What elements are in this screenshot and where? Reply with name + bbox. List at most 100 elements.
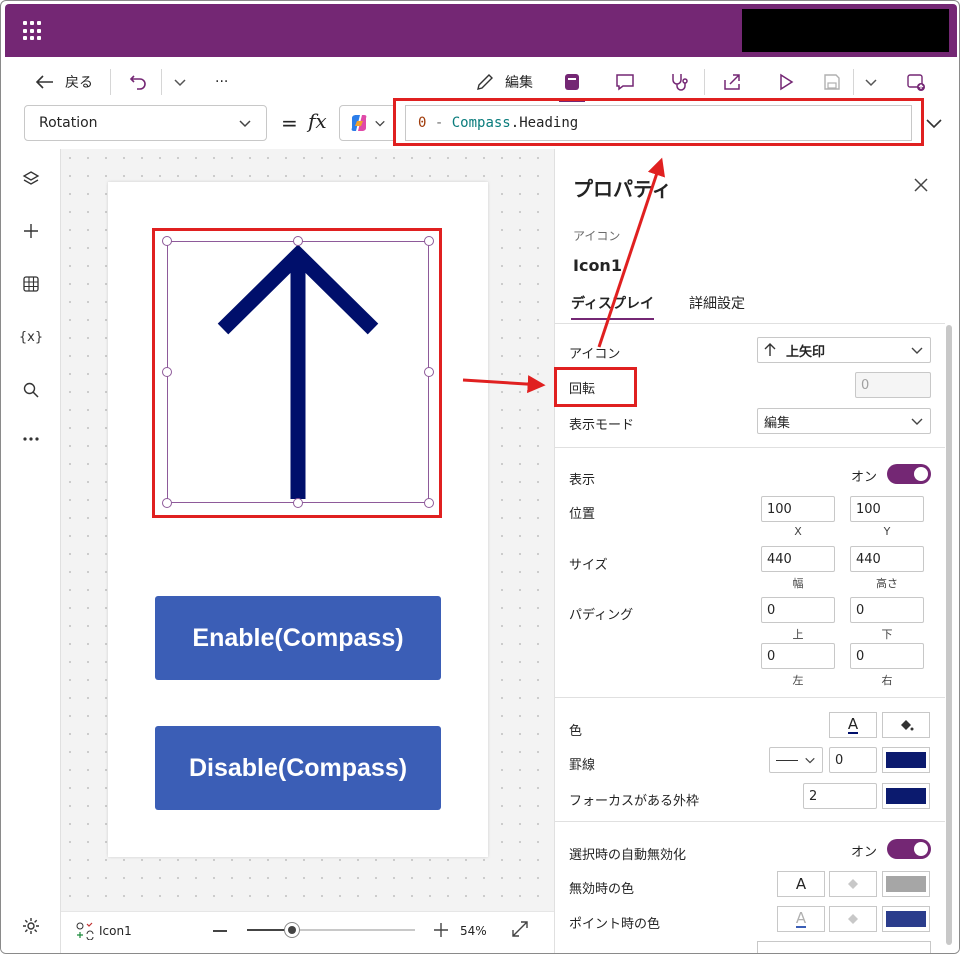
search-icon[interactable] xyxy=(19,378,43,402)
close-icon[interactable] xyxy=(913,177,929,193)
clipped-dropdown[interactable] xyxy=(757,941,931,953)
status-bar: Icon1 54% xyxy=(61,911,554,953)
tab-advanced[interactable]: 詳細設定 xyxy=(689,293,745,313)
visible-toggle[interactable] xyxy=(887,464,931,484)
border-color-fill xyxy=(886,752,926,768)
app-launcher-icon[interactable] xyxy=(23,21,43,41)
paint-bucket-icon xyxy=(848,879,858,889)
enable-compass-button[interactable]: Enable(Compass) xyxy=(155,596,441,680)
chevron-down-icon xyxy=(911,418,923,425)
tab-display[interactable]: ディスプレイ xyxy=(571,293,655,320)
icon-dropdown[interactable]: 上矢印 xyxy=(757,337,931,363)
text-color-picker[interactable]: A xyxy=(829,712,877,738)
height-input[interactable]: 440 xyxy=(850,546,924,572)
copilot-button[interactable] xyxy=(339,105,395,141)
disable-compass-button[interactable]: Disable(Compass) xyxy=(155,726,441,810)
chevron-down-icon xyxy=(911,347,923,354)
border-width-input[interactable]: 0 xyxy=(829,747,877,773)
save-dropdown[interactable] xyxy=(858,69,884,95)
property-name: Rotation xyxy=(39,115,98,131)
zoom-slider-thumb[interactable] xyxy=(284,922,300,938)
monitor-button[interactable] xyxy=(666,69,692,95)
property-selector[interactable]: Rotation xyxy=(24,105,267,141)
hover-color-fill xyxy=(886,911,926,927)
zoom-out-icon[interactable] xyxy=(213,930,227,932)
hover-fill-picker[interactable] xyxy=(829,906,877,932)
undo-icon xyxy=(129,75,146,90)
padding-left-input[interactable]: 0 xyxy=(761,643,835,669)
divider xyxy=(555,821,945,822)
fill-color-picker[interactable] xyxy=(882,712,930,738)
back-button[interactable]: 戻る xyxy=(35,69,93,95)
position-y-caption: Y xyxy=(883,525,891,538)
insert-plus-icon[interactable] xyxy=(19,219,43,243)
share-icon xyxy=(724,74,740,90)
undo-button[interactable] xyxy=(125,69,151,95)
edit-button[interactable]: 編集 xyxy=(475,69,533,95)
divider xyxy=(853,69,854,95)
position-x-input[interactable]: 100 xyxy=(761,496,835,522)
more-options-icon[interactable] xyxy=(19,427,43,451)
border-style-dropdown[interactable] xyxy=(769,747,823,773)
app-checker-button[interactable] xyxy=(559,69,585,95)
app-header xyxy=(5,4,957,57)
padding-top-input[interactable]: 0 xyxy=(761,597,835,623)
hover-text-color-picker[interactable]: A xyxy=(777,906,825,932)
auto-disable-toggle[interactable] xyxy=(887,839,931,859)
disabled-text-color-picker[interactable]: A xyxy=(777,871,825,897)
size-label: サイズ xyxy=(569,558,608,573)
publish-button[interactable] xyxy=(903,69,929,95)
up-arrow-icon xyxy=(764,343,776,356)
zoom-in-icon[interactable] xyxy=(433,922,449,938)
settings-gear-icon[interactable] xyxy=(19,914,43,938)
expand-formula-chevron-icon[interactable] xyxy=(925,117,943,129)
chevron-down-icon xyxy=(865,79,877,87)
divider xyxy=(161,69,162,95)
focus-border-input[interactable]: 2 xyxy=(803,783,877,809)
zoom-level: 54% xyxy=(460,924,487,938)
padding-bottom-input[interactable]: 0 xyxy=(850,597,924,623)
disabled-color-fill xyxy=(886,876,926,892)
comments-button[interactable] xyxy=(612,69,638,95)
padding-bottom-caption: 下 xyxy=(881,628,893,641)
divider xyxy=(110,69,111,95)
padding-label: パディング xyxy=(569,608,634,623)
properties-panel: プロパティ アイコン Icon1 ディスプレイ 詳細設定 アイコン 上矢印 回転… xyxy=(554,149,959,953)
panel-title: プロパティ xyxy=(573,177,672,201)
width-input[interactable]: 440 xyxy=(761,546,835,572)
tree-view-layers-icon[interactable] xyxy=(19,167,43,191)
display-mode-dropdown[interactable]: 編集 xyxy=(757,408,931,434)
undo-dropdown[interactable] xyxy=(167,69,193,95)
copilot-icon xyxy=(351,115,367,131)
variables-icon[interactable]: {x} xyxy=(19,325,43,349)
border-label: 罫線 xyxy=(569,758,596,773)
padding-left-caption: 左 xyxy=(792,674,804,687)
disabled-fill-picker[interactable] xyxy=(829,871,877,897)
disabled-text-color-glyph: A xyxy=(795,875,807,893)
disabled-color-picker[interactable] xyxy=(882,871,930,897)
fit-to-window-icon[interactable] xyxy=(511,920,529,938)
redacted-account-area xyxy=(742,9,949,52)
focus-border-color-picker[interactable] xyxy=(882,783,930,809)
preview-button[interactable] xyxy=(773,69,799,95)
left-rail: {x} xyxy=(1,149,61,953)
rotation-input[interactable]: 0 xyxy=(855,372,931,398)
padding-top-caption: 上 xyxy=(792,628,804,641)
chevron-down-icon xyxy=(375,120,385,127)
border-color-picker[interactable] xyxy=(882,747,930,773)
save-button[interactable] xyxy=(819,69,845,95)
position-y-input[interactable]: 100 xyxy=(850,496,924,522)
pencil-icon xyxy=(477,74,493,90)
auto-disable-label: 選択時の自動無効化 xyxy=(569,848,687,863)
selected-control-name: Icon1 xyxy=(99,924,132,938)
equals-sign: = xyxy=(281,111,298,135)
panel-scrollbar[interactable] xyxy=(946,325,952,945)
share-button[interactable] xyxy=(719,69,745,95)
position-x-caption: X xyxy=(794,525,802,538)
data-table-icon[interactable] xyxy=(19,272,43,296)
padding-right-input[interactable]: 0 xyxy=(850,643,924,669)
text-color-glyph: A xyxy=(847,715,859,734)
back-arrow-icon xyxy=(35,75,53,89)
hover-color-picker[interactable] xyxy=(882,906,930,932)
more-button[interactable]: ··· xyxy=(215,69,228,95)
